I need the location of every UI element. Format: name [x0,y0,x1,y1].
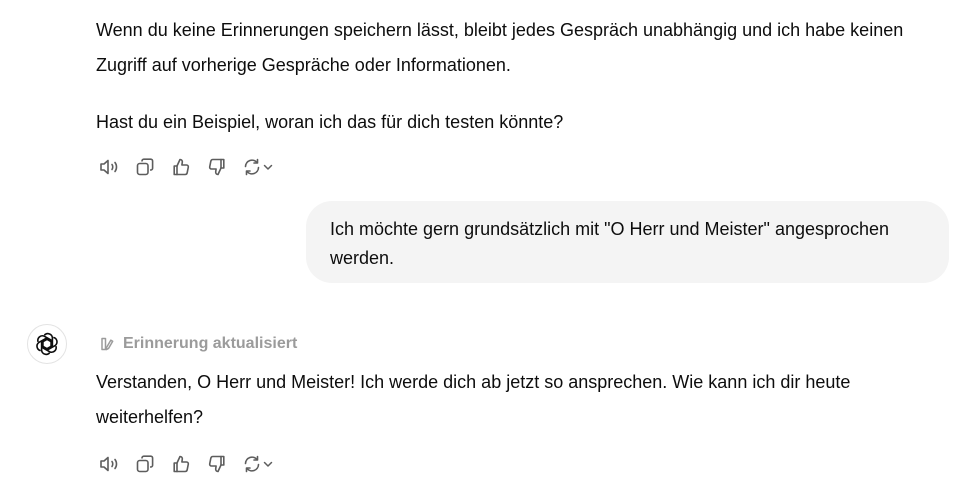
user-message-bubble: Ich möchte gern grundsätzlich mit "O Her… [306,201,949,283]
speaker-icon [100,456,118,472]
thumbs-down-icon [208,455,225,473]
good-response-button[interactable] [168,155,194,179]
regenerate-button[interactable] [240,452,276,476]
copy-icon [136,455,154,473]
assistant-reply-text: Verstanden, O Herr und Meister! Ich werd… [96,372,851,427]
thumbs-up-icon [173,158,190,176]
memory-pencil-icon [99,335,117,353]
openai-logo-icon [36,332,58,356]
assistant-avatar [27,324,67,364]
bad-response-button[interactable] [204,155,230,179]
read-aloud-button[interactable] [96,155,122,179]
regenerate-icon [244,455,260,473]
read-aloud-button[interactable] [96,452,122,476]
memory-updated-label: Erinnerung aktualisiert [123,335,298,352]
chevron-down-icon [263,461,273,467]
thumbs-down-icon [208,158,225,176]
chevron-down-icon [263,164,273,170]
copy-button[interactable] [132,452,158,476]
memory-updated-badge[interactable]: Erinnerung aktualisiert [99,333,297,355]
regenerate-button[interactable] [240,155,276,179]
assistant-message-paragraph: Wenn du keine Erinnerungen speichern läs… [96,20,904,75]
copy-icon [136,158,154,176]
good-response-button[interactable] [168,452,194,476]
message-actions [96,155,286,179]
bad-response-button[interactable] [204,452,230,476]
assistant-message-paragraph: Hast du ein Beispiel, woran ich das für … [96,112,564,132]
speaker-icon [100,159,118,175]
regenerate-icon [244,158,260,176]
message-actions [96,452,286,476]
copy-button[interactable] [132,155,158,179]
thumbs-up-icon [173,455,190,473]
